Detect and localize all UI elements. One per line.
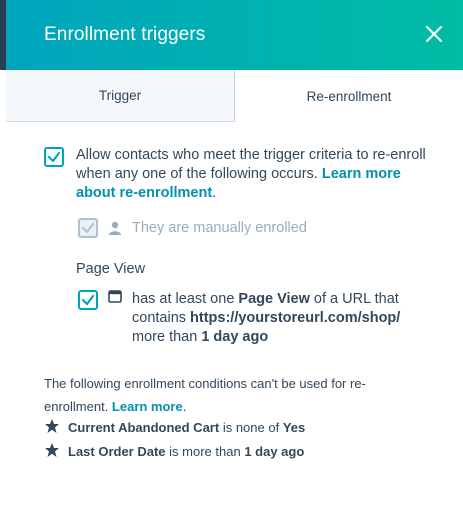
checkmark-icon [81, 222, 95, 234]
pv-url: https://yourstoreurl.com/shop/ [190, 310, 401, 326]
condition-item: Last Order Date is more than 1 day ago [44, 442, 444, 462]
close-icon [425, 25, 443, 43]
reenroll-notice: The following enrollment conditions can'… [44, 372, 424, 418]
pv-bold-1: Page View [238, 291, 310, 307]
condition-item: Current Abandoned Cart is none of Yes [44, 418, 444, 438]
condition-operator: is none of [219, 420, 283, 435]
page-view-checkbox[interactable] [78, 290, 98, 310]
pv-text-3: more than [132, 329, 202, 345]
condition-value: Yes [282, 420, 306, 435]
pv-text-1: has at least one [132, 291, 239, 307]
manual-enroll-checkbox[interactable] [78, 218, 98, 238]
panel-header: Enrollment triggers [6, 0, 463, 70]
page-view-heading: Page View [76, 261, 146, 277]
allow-reenroll-checkbox[interactable] [44, 147, 64, 167]
notice-text: The following enrollment conditions can'… [44, 376, 366, 414]
star-icon [45, 443, 59, 457]
manual-enroll-label: They are manually enrolled [132, 220, 307, 236]
condition-name: Current Abandoned Cart [68, 420, 220, 435]
page-view-condition: has at least one Page View of a URL that… [132, 290, 422, 347]
panel-title: Enrollment triggers [44, 24, 206, 45]
notice-period: . [182, 399, 187, 414]
allow-reenroll-label: Allow contacts who meet the trigger crit… [76, 146, 426, 203]
condition-text: Last Order Date is more than 1 day ago [68, 444, 304, 459]
checkmark-icon [47, 151, 61, 163]
close-button[interactable] [421, 21, 447, 47]
enrollment-triggers-panel: Enrollment triggers Trigger Re-enrollmen… [6, 0, 463, 507]
tab-re-enrollment[interactable]: Re-enrollment [235, 70, 463, 122]
browser-window-icon [108, 290, 122, 303]
person-icon [109, 221, 121, 235]
learn-more-link[interactable]: Learn more [112, 399, 183, 414]
condition-name: Last Order Date [68, 444, 166, 459]
pv-bold-3: 1 day ago [201, 329, 269, 345]
star-icon [45, 419, 59, 433]
condition-operator: is more than [165, 444, 245, 459]
condition-text: Current Abandoned Cart is none of Yes [68, 420, 305, 435]
condition-value: 1 day ago [244, 444, 305, 459]
manual-enroll-option: They are manually enrolled [78, 218, 378, 240]
allow-reenroll-period: . [212, 185, 217, 201]
tab-trigger[interactable]: Trigger [6, 70, 235, 122]
checkmark-icon [81, 294, 95, 306]
tab-bar: Trigger Re-enrollment [6, 70, 463, 122]
